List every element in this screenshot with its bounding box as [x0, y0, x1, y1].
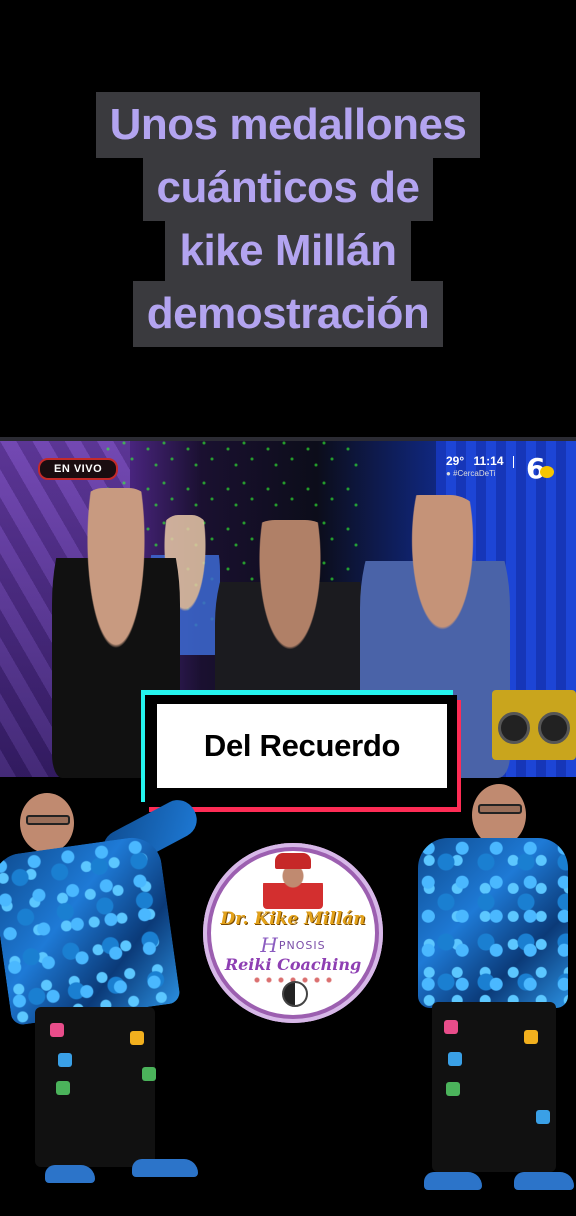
- title-line-4: demostración: [132, 281, 444, 347]
- figure-left: [0, 785, 204, 1205]
- shoe: [514, 1172, 574, 1190]
- patch-icon: [56, 1081, 70, 1095]
- patch-icon: [58, 1053, 72, 1067]
- live-badge: EN VIVO: [38, 458, 119, 480]
- patch-icon: [130, 1031, 144, 1045]
- brand-logo: Dr. Kike Millán HPNOSIS Reiki Coaching: [203, 843, 383, 1023]
- blue-jacket: [418, 838, 568, 1008]
- hashtag: ● #CercaDeTi: [446, 469, 496, 478]
- title-line-2: cuánticos de: [142, 155, 434, 221]
- shoe: [45, 1165, 95, 1183]
- hat-icon: [275, 853, 311, 869]
- logo-reiki-coaching: Reiki Coaching: [224, 955, 362, 974]
- logo-name: Dr. Kike Millán: [220, 909, 366, 929]
- broadcast-hud: 29° 11:14 ● #CercaDeTi: [446, 454, 520, 478]
- shoe: [424, 1172, 482, 1190]
- patch-icon: [50, 1023, 64, 1037]
- channel-logo: 6: [526, 452, 560, 485]
- patch-icon: [446, 1082, 460, 1096]
- temperature: 29°: [446, 454, 465, 468]
- patch-icon: [444, 1020, 458, 1034]
- title-caption: Unos medallones cuánticos de kike Millán…: [0, 92, 576, 347]
- title-line-3: kike Millán: [165, 218, 411, 284]
- blue-jacket: [0, 833, 182, 1027]
- yin-yang-icon: [282, 981, 308, 1007]
- figure-right: [410, 780, 576, 1205]
- hud-separator: [512, 455, 514, 468]
- frame-top-border: [0, 437, 576, 441]
- patch-icon: [524, 1030, 538, 1044]
- caption-text: Del Recuerdo: [203, 728, 401, 763]
- shoe: [132, 1159, 198, 1177]
- logo-hypnosis: HPNOSIS: [260, 933, 326, 957]
- patch-icon: [536, 1110, 550, 1124]
- glasses-icon: [478, 804, 522, 814]
- channel-logo-icon: [540, 466, 554, 478]
- head: [472, 784, 526, 846]
- boombox-prop: [492, 690, 576, 760]
- patch-icon: [142, 1067, 156, 1081]
- logo-portrait: [263, 865, 323, 909]
- caption-panel: Del Recuerdo: [157, 704, 447, 788]
- title-line-1: Unos medallones: [95, 92, 481, 158]
- patch-icon: [448, 1052, 462, 1066]
- clock: 11:14: [473, 454, 504, 468]
- glasses-icon: [26, 815, 70, 825]
